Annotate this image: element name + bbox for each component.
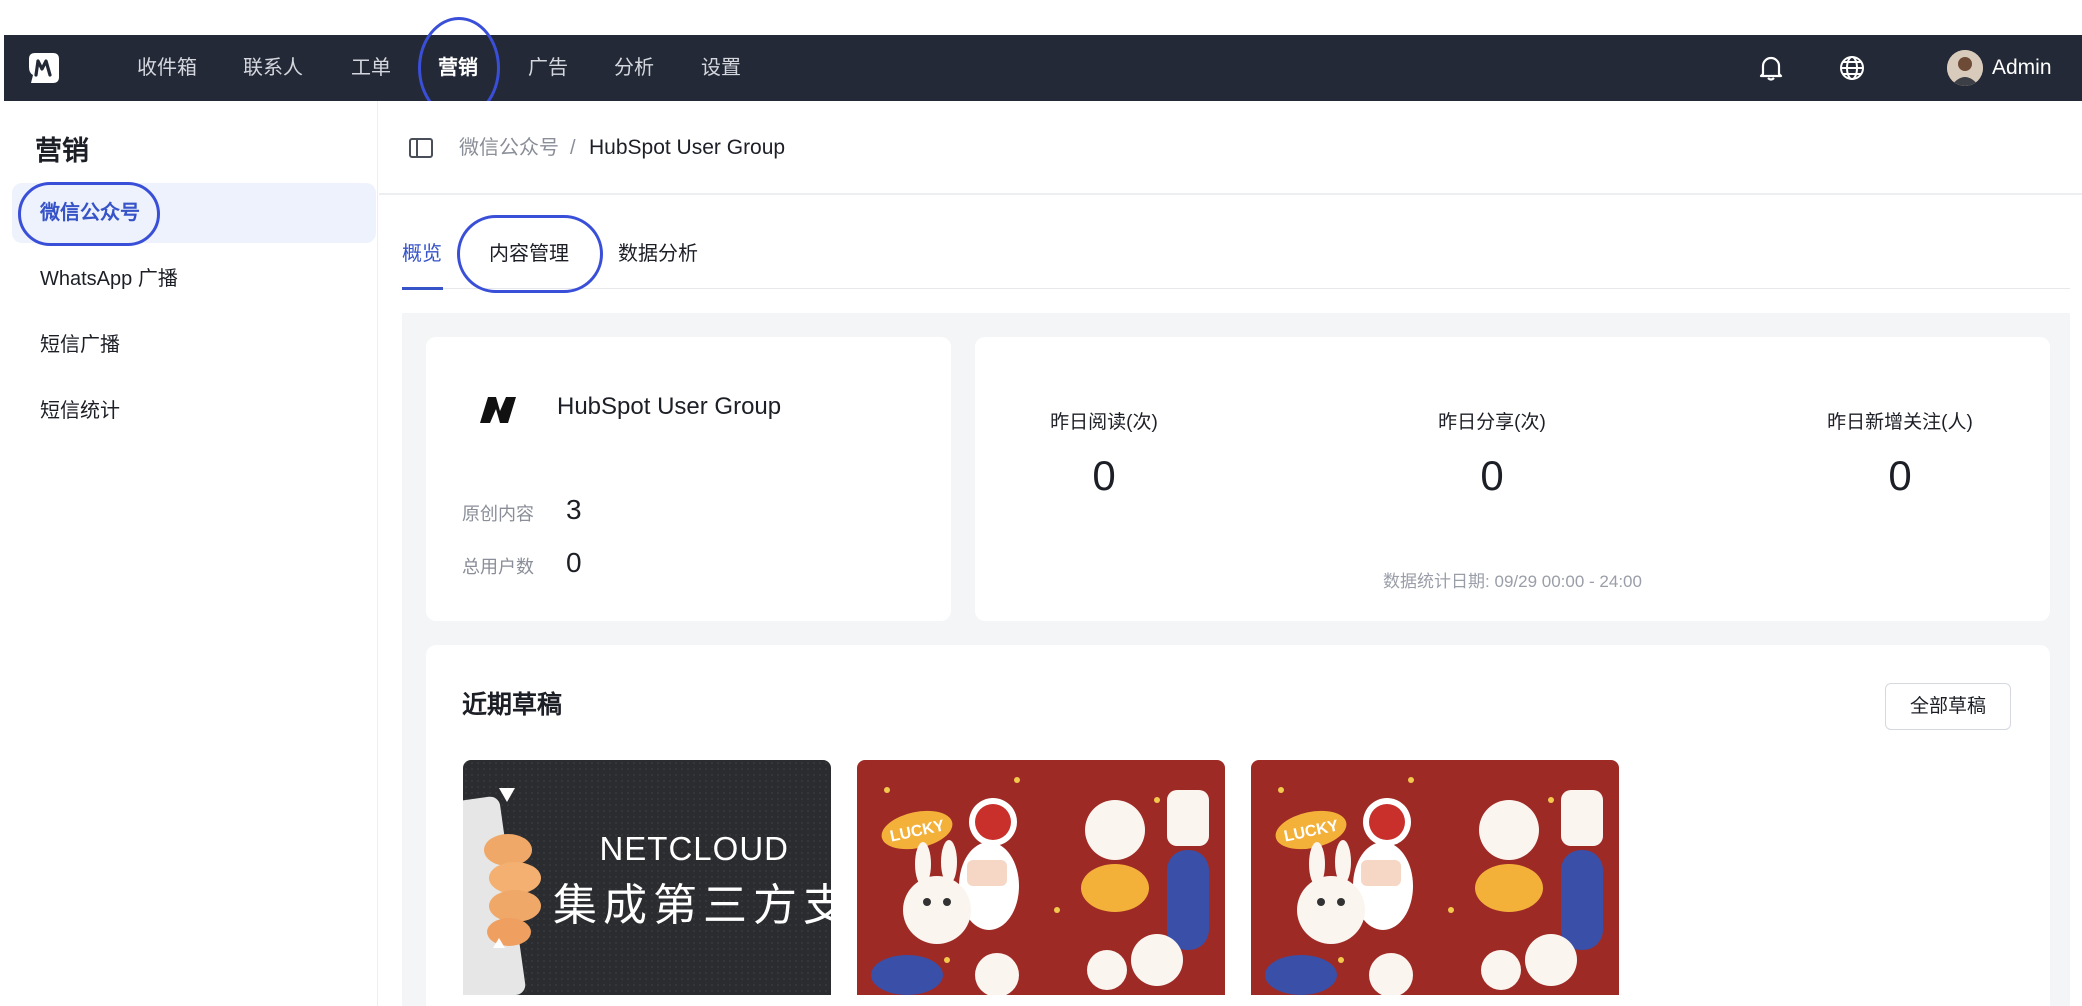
original-content-label: 原创内容 bbox=[462, 504, 534, 524]
draft-card-3[interactable]: LUCKY bbox=[1251, 760, 1619, 995]
breadcrumb-separator: / bbox=[570, 137, 576, 159]
draft-cover-1-line2: 集成第三方支 bbox=[553, 880, 831, 931]
all-drafts-button[interactable]: 全部草稿 bbox=[1885, 683, 2011, 730]
user-avatar[interactable] bbox=[1947, 50, 1983, 86]
stat-value-reads: 0 bbox=[1092, 452, 1116, 499]
tab-overview[interactable]: 概览 bbox=[402, 225, 443, 290]
breadcrumb-parent[interactable]: 微信公众号 bbox=[459, 101, 559, 195]
draft-card-1[interactable]: NETCLOUD 集成第三方支 bbox=[463, 760, 831, 995]
nav-ads[interactable]: 广告 bbox=[528, 35, 568, 101]
page: 收件箱 联系人 工单 营销 广告 分析 设置 Admin 营销 微信公众号 Wh… bbox=[0, 0, 2082, 1006]
original-content-value: 3 bbox=[566, 494, 582, 525]
nav-contacts[interactable]: 联系人 bbox=[243, 35, 303, 101]
draft-cover-1-line1: NETCLOUD bbox=[599, 830, 789, 867]
content-header: 微信公众号 / HubSpot User Group bbox=[379, 101, 2082, 195]
top-navbar: 收件箱 联系人 工单 营销 广告 分析 设置 Admin bbox=[4, 17, 2082, 119]
app-logo-icon[interactable] bbox=[26, 50, 62, 86]
annotation-circle-sidebar bbox=[18, 182, 160, 246]
recent-drafts-title: 近期草稿 bbox=[462, 691, 563, 719]
nav-analytics[interactable]: 分析 bbox=[614, 35, 654, 101]
draft-card-2[interactable]: LUCKY bbox=[857, 760, 1225, 995]
stats-date-note: 数据统计日期: 09/29 00:00 - 24:00 bbox=[1383, 572, 1642, 591]
sidebar-item-sms-stats[interactable]: 短信统计 bbox=[12, 381, 376, 441]
stat-label-reads: 昨日阅读(次) bbox=[1050, 412, 1158, 433]
breadcrumb-current: HubSpot User Group bbox=[589, 136, 786, 159]
sidebar-item-whatsapp-broadcast[interactable]: WhatsApp 广播 bbox=[12, 249, 376, 309]
account-logo-icon bbox=[478, 395, 518, 430]
tab-data-analysis[interactable]: 数据分析 bbox=[618, 225, 698, 289]
globe-icon[interactable] bbox=[1836, 52, 1868, 84]
nav-inbox[interactable]: 收件箱 bbox=[137, 35, 197, 101]
tab-overview-label: 概览 bbox=[402, 243, 442, 265]
annotation-circle-tab bbox=[457, 215, 603, 293]
content-area: HubSpot User Group 原创内容 3 总用户数 0 昨日阅读(次)… bbox=[402, 313, 2070, 1006]
sidebar: 营销 微信公众号 WhatsApp 广播 短信广播 短信统计 bbox=[4, 101, 378, 1006]
stat-label-shares: 昨日分享(次) bbox=[1438, 412, 1546, 433]
sidebar-item-sms-broadcast[interactable]: 短信广播 bbox=[12, 315, 376, 375]
bell-icon[interactable] bbox=[1755, 52, 1787, 84]
stat-value-new-followers: 0 bbox=[1888, 452, 1912, 499]
user-name[interactable]: Admin bbox=[1992, 35, 2052, 101]
recent-drafts-card: 近期草稿 全部草稿 NETCLOUD 集成第三方支 LUCKY LUCKY bbox=[426, 645, 2050, 1006]
sidebar-title: 营销 bbox=[35, 136, 89, 166]
tab-bar: 概览 内容管理 数据分析 bbox=[402, 225, 2070, 290]
stats-card: 昨日阅读(次) 0 昨日分享(次) 0 昨日新增关注(人) 0 数据统计日期: … bbox=[975, 337, 2050, 621]
draft-cover-3: LUCKY bbox=[1251, 760, 1619, 995]
nav-settings[interactable]: 设置 bbox=[701, 35, 741, 101]
account-card: HubSpot User Group 原创内容 3 总用户数 0 bbox=[426, 337, 951, 621]
account-name: HubSpot User Group bbox=[557, 393, 782, 420]
draft-cover-2: LUCKY bbox=[857, 760, 1225, 995]
stat-value-shares: 0 bbox=[1480, 452, 1504, 499]
sidebar-toggle-icon[interactable] bbox=[409, 138, 433, 163]
nav-tickets[interactable]: 工单 bbox=[351, 35, 391, 101]
total-users-label: 总用户数 bbox=[462, 557, 534, 577]
draft-cover-1: NETCLOUD 集成第三方支 bbox=[463, 760, 831, 995]
total-users-value: 0 bbox=[566, 547, 582, 578]
tab-active-indicator bbox=[402, 287, 443, 290]
stat-label-new-followers: 昨日新增关注(人) bbox=[1827, 412, 1973, 433]
